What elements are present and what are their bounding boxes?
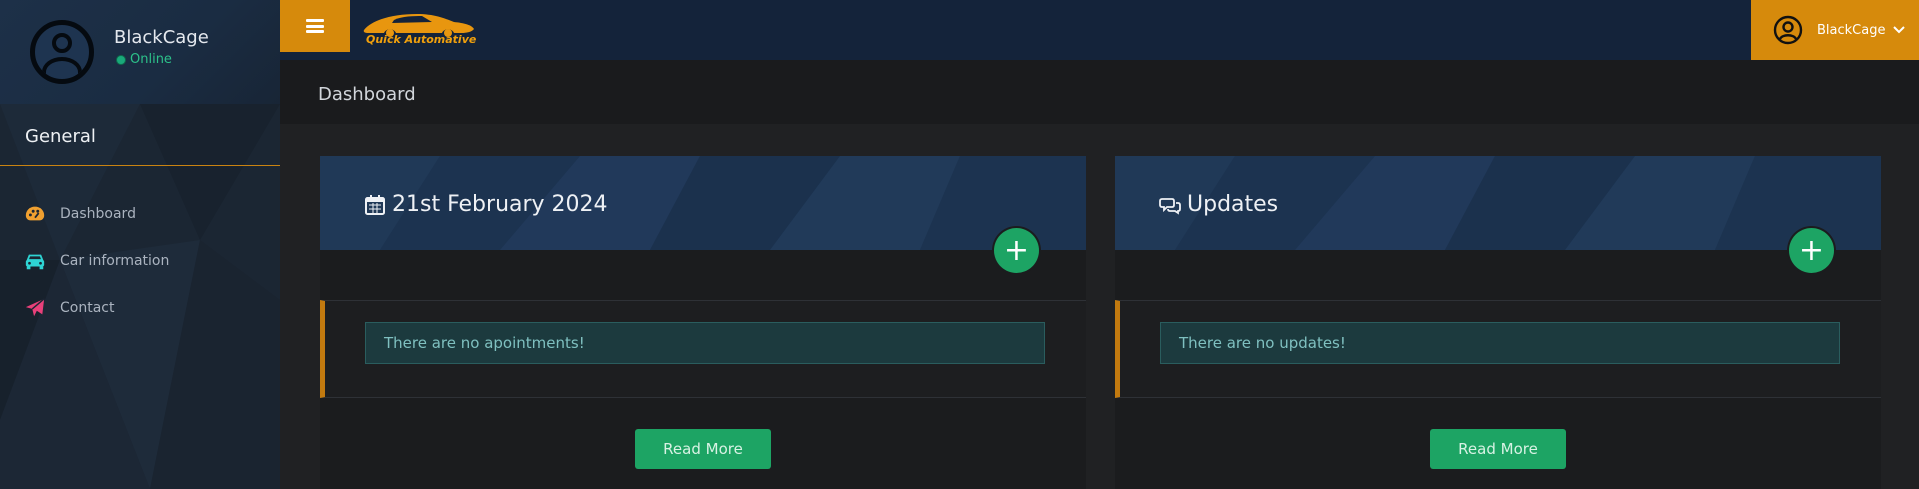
sidebar-nav: Dashboard Car information Contact	[0, 190, 280, 331]
top-navbar: Quick Automative BlackCage	[280, 0, 1919, 60]
status-label: Online	[130, 52, 172, 67]
profile-name: BlackCage	[114, 27, 209, 48]
add-update-button[interactable]: +	[1789, 228, 1834, 273]
page-title: Dashboard	[318, 84, 416, 105]
appointments-card: 21st February 2024 + There are no apoint…	[320, 156, 1086, 489]
sidebar-item-label: Dashboard	[60, 205, 136, 222]
section-title: General	[25, 126, 96, 147]
card-title: Updates	[1159, 192, 1278, 217]
user-profile: BlackCage Online	[0, 0, 280, 104]
brand-name: Quick Automative	[366, 33, 477, 46]
sidebar-item-dashboard[interactable]: Dashboard	[0, 190, 280, 237]
updates-card: Updates + There are no updates! Read Mor…	[1115, 156, 1881, 489]
user-circle-icon	[1773, 15, 1803, 45]
online-status-icon	[116, 54, 126, 65]
card-header: Updates	[1115, 156, 1881, 250]
sidebar-item-car-information[interactable]: Car information	[0, 237, 280, 284]
card-title-text: Updates	[1187, 192, 1279, 217]
chevron-down-icon	[1893, 26, 1906, 34]
page-header: Dashboard	[280, 60, 1919, 124]
user-menu-dropdown[interactable]: BlackCage	[1751, 0, 1919, 60]
read-more-button[interactable]: Read More	[635, 429, 771, 469]
sidebar-item-contact[interactable]: Contact	[0, 284, 280, 331]
paper-plane-icon	[25, 297, 45, 316]
calendar-icon	[365, 194, 385, 215]
avatar	[30, 20, 94, 84]
read-more-button[interactable]: Read More	[1430, 429, 1566, 469]
sidebar: BlackCage Online General Dashboard Car i…	[0, 0, 280, 489]
card-header: 21st February 2024	[320, 156, 1086, 250]
plus-icon: +	[1003, 232, 1030, 268]
empty-state-alert: There are no apointments!	[365, 322, 1045, 364]
user-menu-name: BlackCage	[1817, 22, 1886, 38]
palette-icon	[25, 206, 45, 220]
card-title-text: 21st February 2024	[392, 192, 608, 217]
status-badge: Online	[116, 52, 172, 67]
card-body: There are no apointments!	[320, 300, 1086, 398]
plus-icon: +	[1798, 232, 1825, 268]
add-appointment-button[interactable]: +	[994, 228, 1039, 273]
sidebar-section-header: General	[0, 104, 280, 166]
empty-state-alert: There are no updates!	[1160, 322, 1840, 364]
sidebar-item-label: Contact	[60, 299, 115, 316]
card-body: There are no updates!	[1115, 300, 1881, 398]
car-icon	[25, 254, 45, 269]
menu-toggle-button[interactable]	[280, 0, 350, 52]
card-title: 21st February 2024	[364, 192, 608, 217]
comments-icon	[1159, 197, 1181, 215]
hamburger-icon	[306, 19, 324, 33]
sidebar-item-label: Car information	[60, 252, 170, 269]
